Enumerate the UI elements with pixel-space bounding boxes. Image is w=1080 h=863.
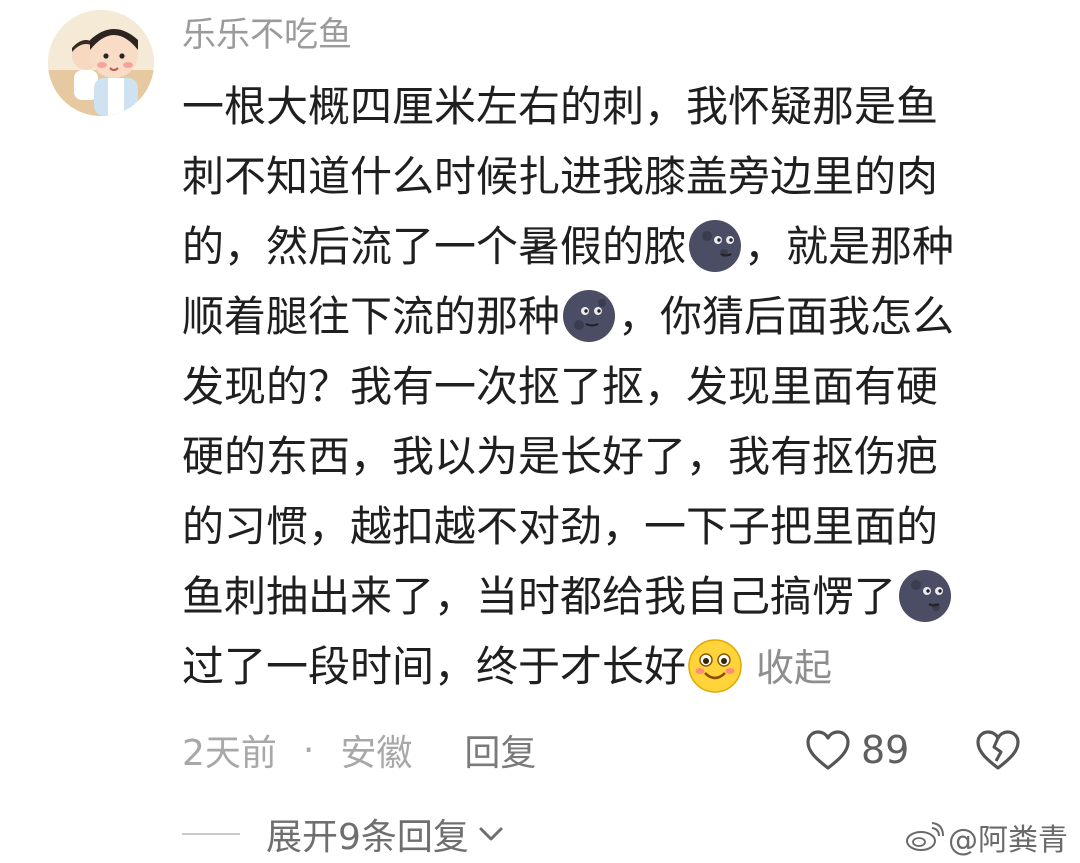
comment-meta: 2天前 · 安徽 回复 <box>182 722 536 778</box>
chevron-down-icon <box>479 827 503 841</box>
watermark: @阿粪青 <box>904 815 1068 859</box>
smiling-face-emoji-icon <box>688 639 742 693</box>
broken-heart-icon <box>976 730 1020 770</box>
comment-line: 刺不知道什么时候扎进我膝盖旁边里的肉 <box>182 152 939 201</box>
comment-text: 鱼刺抽出来了，当时都给我自己搞愣了 <box>182 572 897 621</box>
weibo-logo-icon <box>906 822 944 851</box>
new-moon-face-emoji-icon <box>689 220 742 272</box>
comment-text: ，你猜后面我怎么 <box>618 292 955 341</box>
comment-text: 顺着腿往下流的那种 <box>182 292 561 341</box>
comment-line: 硬的东西，我以为是长好了，我有抠伤疤 <box>182 432 939 481</box>
heart-outline-icon <box>806 730 850 770</box>
like-button[interactable]: 89 <box>805 722 909 778</box>
dislike-button[interactable] <box>975 722 1025 778</box>
divider-line <box>182 833 240 835</box>
new-moon-face-emoji-icon <box>899 570 952 622</box>
comment-text: 过了一段时间，终于才长好 <box>182 642 687 691</box>
comment-line: 过了一段时间，终于才长好 收起 <box>182 632 1042 702</box>
comment-line: 一根大概四厘米左右的刺，我怀疑那是鱼 <box>182 82 939 131</box>
comment-line: 的习惯，越扣越不对劲，一下子把里面的 <box>182 502 939 551</box>
avatar-illustration <box>48 10 154 116</box>
comment-line: 的，然后流了一个暑假的脓 ，就是那种 <box>182 212 1042 282</box>
collapse-button[interactable]: 收起 <box>756 646 832 690</box>
comment-location: 安徽 <box>340 733 413 774</box>
watermark-text: @阿粪青 <box>948 823 1068 858</box>
meta-separator: · <box>302 729 315 771</box>
comment-line: 鱼刺抽出来了，当时都给我自己搞愣了 <box>182 562 1042 632</box>
new-moon-face-emoji-icon <box>563 290 616 342</box>
expand-replies-button[interactable]: 展开9条回复 <box>182 808 505 860</box>
username[interactable]: 乐乐不吃鱼 <box>182 12 352 58</box>
comment-time: 2天前 <box>182 733 277 774</box>
comment-text: ，就是那种 <box>744 222 955 271</box>
comment-line: 顺着腿往下流的那种 ，你猜后面我怎么 <box>182 282 1042 352</box>
user-avatar[interactable] <box>48 10 154 116</box>
comment-text: 的，然后流了一个暑假的脓 <box>182 222 687 271</box>
comment-line: 发现的？我有一次抠了抠，发现里面有硬 <box>182 362 939 411</box>
comment-body: 一根大概四厘米左右的刺，我怀疑那是鱼 刺不知道什么时候扎进我膝盖旁边里的肉 的，… <box>182 72 1042 702</box>
reply-button[interactable]: 回复 <box>464 724 536 776</box>
like-count: 89 <box>861 728 910 772</box>
expand-replies-label: 展开9条回复 <box>266 817 469 858</box>
